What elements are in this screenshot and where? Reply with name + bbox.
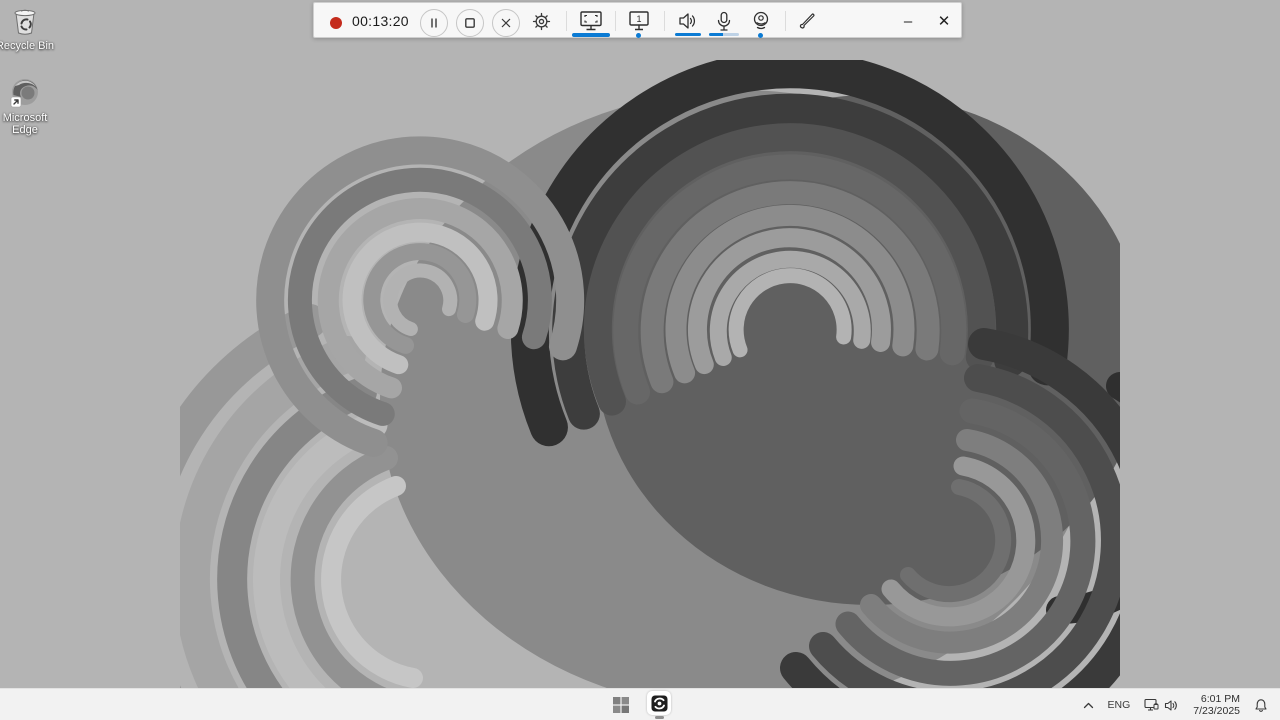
- record-dot: [330, 17, 342, 29]
- recorder-app-icon: [647, 691, 671, 716]
- webcam-icon: [753, 11, 769, 29]
- recycle-bin-icon: [8, 4, 42, 38]
- notifications-button[interactable]: [1250, 692, 1272, 718]
- windows-start-icon: [613, 697, 629, 713]
- language-indicator[interactable]: ENG: [1104, 692, 1135, 718]
- bell-icon: [1255, 698, 1267, 712]
- taskbar: ENG 6:01 PM 7/23/2025: [0, 688, 1280, 720]
- toolbar-divider: [785, 11, 786, 31]
- recording-timer: 00:13:20: [352, 13, 409, 29]
- monitor-1-icon: 1: [629, 11, 649, 31]
- stop-button[interactable]: [456, 9, 484, 37]
- volume-icon: [1165, 699, 1178, 711]
- toolbar-divider: [566, 11, 567, 31]
- screen-recorder-toolbar: 00:13:20 1 – ✕: [313, 2, 962, 38]
- cancel-icon: [501, 18, 511, 28]
- stop-icon: [465, 18, 475, 28]
- clock-date: 7/23/2025: [1193, 705, 1240, 717]
- svg-text:1: 1: [636, 14, 641, 24]
- desktop-icon-label: Recycle Bin: [0, 40, 55, 52]
- toolbar-divider: [664, 11, 665, 31]
- close-button[interactable]: ✕: [928, 5, 960, 37]
- pause-icon: [431, 18, 437, 28]
- tray-chevron-button[interactable]: [1079, 692, 1098, 718]
- cancel-button[interactable]: [492, 9, 520, 37]
- network-icon: [1144, 698, 1159, 711]
- recorder-app-button[interactable]: [645, 691, 673, 719]
- network-volume-group[interactable]: [1140, 692, 1183, 718]
- microphone-level[interactable]: [709, 33, 739, 36]
- settings-button[interactable]: [526, 5, 556, 37]
- minimize-button[interactable]: –: [892, 5, 924, 37]
- chevron-up-icon: [1083, 702, 1093, 708]
- clock-time: 6:01 PM: [1200, 693, 1240, 705]
- close-icon: ✕: [937, 13, 951, 30]
- system-sound-level[interactable]: [675, 33, 701, 36]
- system-tray: ENG 6:01 PM 7/23/2025: [1079, 689, 1276, 720]
- screen-source-active-bar: [572, 33, 610, 37]
- clock[interactable]: 6:01 PM 7/23/2025: [1189, 692, 1244, 718]
- desktop-icon-recycle-bin[interactable]: Recycle Bin: [0, 4, 57, 52]
- desktop-icon-label: Microsoft Edge: [2, 112, 48, 136]
- microphone-icon: [717, 11, 731, 31]
- pen-icon: [799, 13, 815, 29]
- speaker-icon: [679, 13, 695, 29]
- edge-icon: [8, 76, 42, 110]
- wallpaper-bloom: [180, 60, 1120, 688]
- toolbar-divider: [615, 11, 616, 31]
- minimize-icon: –: [903, 12, 913, 30]
- running-app-indicator: [654, 716, 664, 719]
- display-active-dot: [636, 33, 641, 38]
- gear-icon: [532, 12, 550, 30]
- desktop-icon-microsoft-edge[interactable]: Microsoft Edge: [0, 76, 57, 136]
- monitor-select-icon: [580, 11, 602, 31]
- annotate-button[interactable]: [792, 5, 822, 37]
- start-button[interactable]: [607, 691, 635, 719]
- webcam-active-dot: [758, 33, 763, 38]
- pause-button[interactable]: [420, 9, 448, 37]
